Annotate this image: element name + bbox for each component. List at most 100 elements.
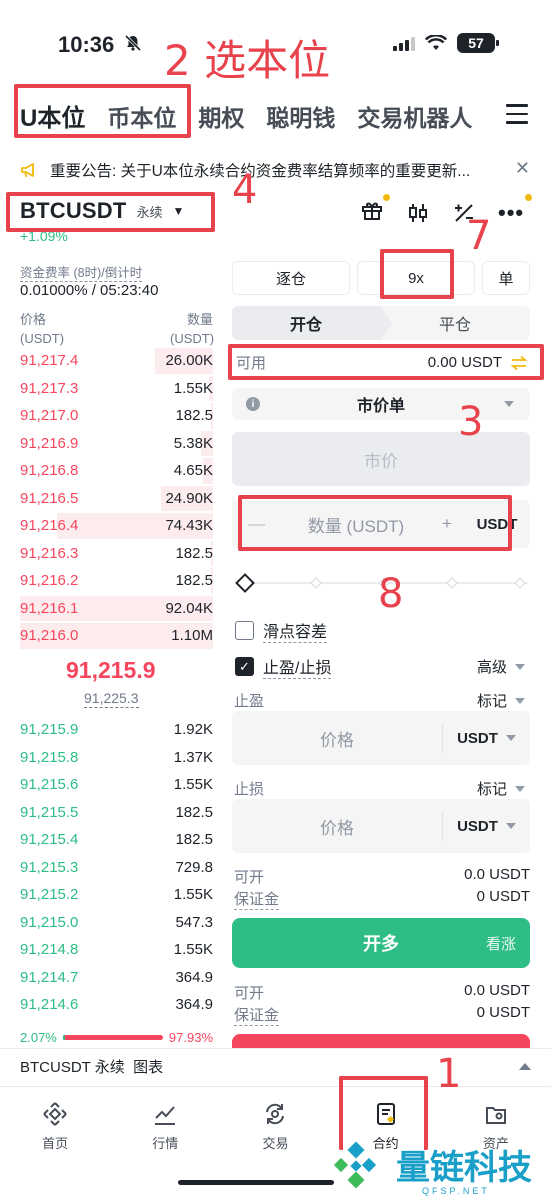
open-close-switch: 开仓 平仓	[232, 306, 530, 340]
wallet-icon	[485, 1107, 506, 1124]
bid-qty: 729.8	[175, 858, 213, 876]
tp-unit-select[interactable]: USDT	[442, 723, 530, 753]
tab-home[interactable]: 首页	[0, 1087, 110, 1200]
ask-row[interactable]: 91,216.0 1.10M	[20, 622, 213, 650]
margin-value: 0 USDT	[476, 1004, 530, 1021]
bid-price: 91,215.0	[20, 913, 79, 931]
ask-price: 91,216.8	[20, 462, 79, 480]
ask-row[interactable]: 91,217.4 26.00K	[20, 347, 213, 375]
bid-row[interactable]: 91,215.2 1.55K	[20, 881, 213, 909]
tab-close[interactable]: 平仓	[380, 306, 530, 340]
bid-row[interactable]: 91,215.6 1.55K	[20, 771, 213, 799]
caret-up-icon	[519, 1063, 531, 1070]
annotation-step-8: 8	[378, 571, 404, 617]
bid-price: 91,215.5	[20, 803, 79, 821]
bid-price: 91,215.3	[20, 858, 79, 876]
ask-row[interactable]: 91,216.8 4.65K	[20, 457, 213, 485]
bid-row[interactable]: 91,215.0 547.3	[20, 909, 213, 937]
tab-options[interactable]: 期权	[198, 99, 244, 133]
home-logo-icon	[43, 1102, 67, 1126]
ask-row[interactable]: 91,216.4 74.43K	[20, 512, 213, 540]
order-type-select[interactable]: i 市价单	[232, 388, 530, 420]
tp-trigger-select[interactable]: 标记	[477, 690, 525, 711]
margin-mode-button[interactable]: 逐仓	[232, 261, 350, 295]
checkbox-icon[interactable]	[235, 621, 254, 640]
sl-price-input[interactable]: 价格 USDT	[232, 799, 530, 853]
more-icon[interactable]: •••	[498, 193, 533, 224]
funding-rate-label: 资金费率 (8时)/倒计时	[20, 262, 143, 282]
tab-trading-bots[interactable]: 交易机器人	[357, 99, 472, 133]
bid-price: 91,215.4	[20, 831, 79, 849]
close-icon[interactable]: ✕	[515, 158, 530, 179]
ask-row[interactable]: 91,216.5 24.90K	[20, 485, 213, 513]
annotation-step-2: 2 选本位	[164, 36, 331, 85]
bid-qty: 547.3	[175, 913, 213, 931]
advanced-select[interactable]: 高级	[477, 656, 525, 677]
sl-unit-select[interactable]: USDT	[442, 811, 530, 841]
ask-qty: 24.90K	[165, 489, 213, 507]
ask-row[interactable]: 91,217.3 1.55K	[20, 375, 213, 403]
ask-row[interactable]: 91,216.1 92.04K	[20, 595, 213, 623]
chart-toggle-bar[interactable]: BTCUSDT 永续 图表	[0, 1048, 551, 1084]
announcement-bar[interactable]: 重要公告: 关于U本位永续合约资金费率结算频率的重要更新... ✕	[20, 156, 530, 184]
buy-margin-row: 保证金 0 USDT	[234, 888, 530, 910]
price-input[interactable]: 市价	[232, 432, 530, 486]
tpsl-label: 止盈/止损	[263, 654, 332, 679]
slider-handle[interactable]	[235, 573, 255, 593]
sl-label: 止损	[234, 781, 265, 798]
wifi-icon	[425, 35, 447, 50]
annotation-box-available	[228, 344, 544, 380]
bid-price: 91,214.7	[20, 968, 79, 986]
watermark-subtext: QFSP.NET	[422, 1186, 490, 1196]
caret-down-icon	[504, 401, 514, 407]
sl-trigger-label: 标记	[476, 781, 507, 798]
bid-row[interactable]: 91,215.9 1.92K	[20, 716, 213, 744]
advanced-label: 高级	[476, 659, 507, 676]
open-long-button[interactable]: 开多 看涨	[232, 918, 530, 968]
bid-qty: 182.5	[175, 803, 213, 821]
tab-smart-money[interactable]: 聪明钱	[266, 99, 335, 133]
info-icon[interactable]: i	[246, 397, 260, 411]
caret-down-icon	[505, 823, 516, 829]
ask-row[interactable]: 91,216.3 182.5	[20, 540, 213, 568]
status-indicators: 57	[393, 33, 499, 53]
ask-price: 91,217.0	[20, 407, 79, 425]
bid-row[interactable]: 91,215.8 1.37K	[20, 744, 213, 772]
bid-qty: 1.55K	[173, 886, 213, 904]
open-short-button[interactable]	[232, 1034, 530, 1048]
candlestick-icon[interactable]	[406, 201, 430, 225]
max-value: 0.0 USDT	[464, 982, 530, 999]
annotation-step-7: 7	[466, 213, 492, 259]
ask-qty: 4.65K	[173, 462, 213, 480]
ask-price: 91,216.4	[20, 517, 79, 535]
tp-label: 止盈	[234, 693, 265, 710]
checkbox-checked-icon[interactable]: ✓	[235, 657, 254, 676]
ask-row[interactable]: 91,216.2 182.5	[20, 567, 213, 595]
bid-qty: 1.37K	[173, 748, 213, 766]
ask-price: 91,216.2	[20, 572, 79, 590]
sl-trigger-select[interactable]: 标记	[477, 778, 525, 799]
slippage-checkbox[interactable]: 滑点容差	[235, 618, 328, 643]
tp-price-input[interactable]: 价格 USDT	[232, 711, 530, 765]
bid-row[interactable]: 91,214.8 1.55K	[20, 936, 213, 964]
max-label: 可开	[234, 869, 265, 886]
position-mode-button[interactable]: 单	[482, 261, 530, 295]
ask-row[interactable]: 91,216.9 5.38K	[20, 430, 213, 458]
ask-qty: 182.5	[175, 407, 213, 425]
bid-price: 91,214.8	[20, 941, 79, 959]
ask-qty: 74.43K	[165, 517, 213, 535]
bid-row[interactable]: 91,214.6 364.9	[20, 991, 213, 1019]
bid-row[interactable]: 91,215.4 182.5	[20, 826, 213, 854]
bid-row[interactable]: 91,215.5 182.5	[20, 799, 213, 827]
bid-qty: 182.5	[175, 831, 213, 849]
ask-row[interactable]: 91,217.0 182.5	[20, 402, 213, 430]
tp-trigger-label: 标记	[476, 693, 507, 710]
bid-price: 91,215.6	[20, 776, 79, 794]
menu-icon[interactable]	[506, 104, 528, 130]
tpsl-checkbox[interactable]: ✓ 止盈/止损	[235, 654, 332, 679]
bid-row[interactable]: 91,214.7 364.9	[20, 964, 213, 992]
tab-open[interactable]: 开仓	[232, 306, 392, 340]
gift-icon[interactable]	[360, 194, 390, 227]
ask-qty: 182.5	[175, 572, 213, 590]
bid-row[interactable]: 91,215.3 729.8	[20, 854, 213, 882]
